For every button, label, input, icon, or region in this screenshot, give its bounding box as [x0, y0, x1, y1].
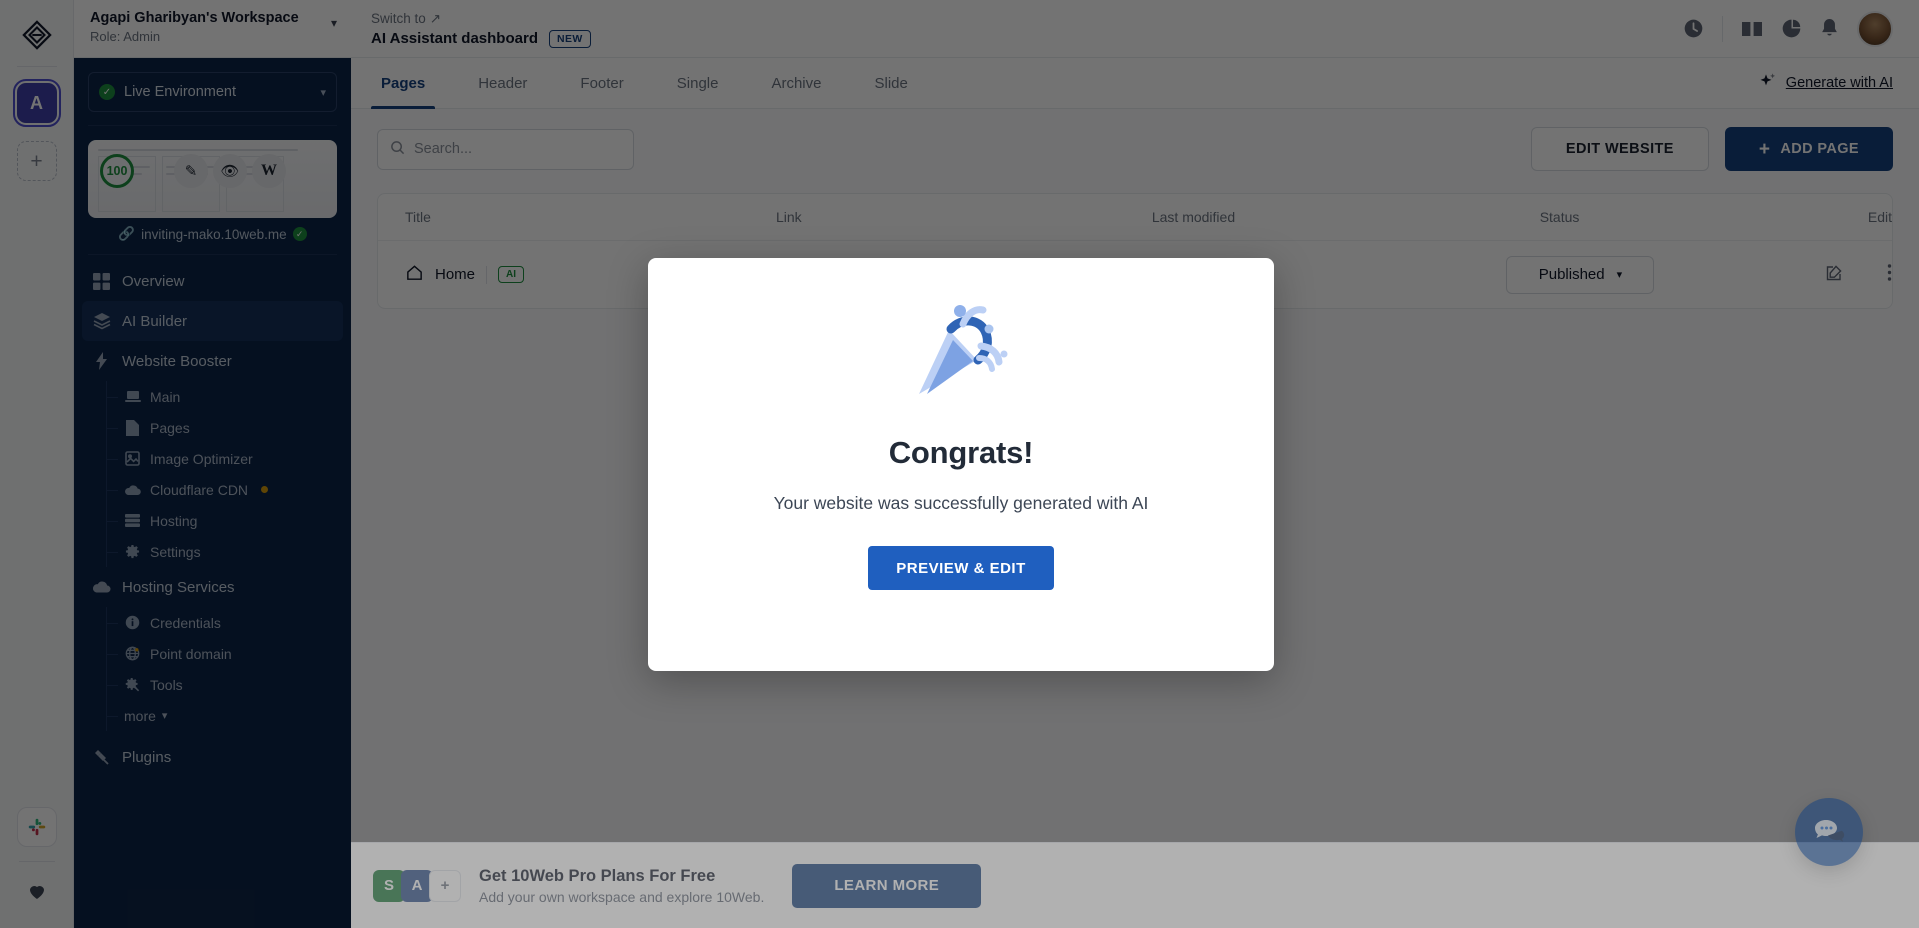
promo-subtitle: Add your own workspace and explore 10Web… [479, 888, 765, 905]
preview-and-edit-button[interactable]: PREVIEW & EDIT [868, 546, 1054, 590]
party-popper-icon [905, 302, 1017, 411]
promo-avatars: S A + [373, 869, 461, 902]
add-workspace-avatar[interactable]: + [429, 869, 461, 902]
promo-title: Get 10Web Pro Plans For Free [479, 866, 716, 885]
promo-banner: S A + Get 10Web Pro Plans For Free Add y… [351, 842, 1919, 928]
promo-text: Get 10Web Pro Plans For Free Add your ow… [479, 867, 764, 905]
chat-bubble-icon[interactable] [1795, 798, 1863, 866]
modal-title: Congrats! [888, 435, 1034, 470]
learn-more-button[interactable]: LEARN MORE [792, 863, 982, 908]
congrats-modal: Congrats! Your website was successfully … [648, 258, 1274, 671]
modal-subtitle: Your website was successfully generated … [773, 493, 1149, 513]
app-root: A + Ag [0, 0, 1919, 928]
